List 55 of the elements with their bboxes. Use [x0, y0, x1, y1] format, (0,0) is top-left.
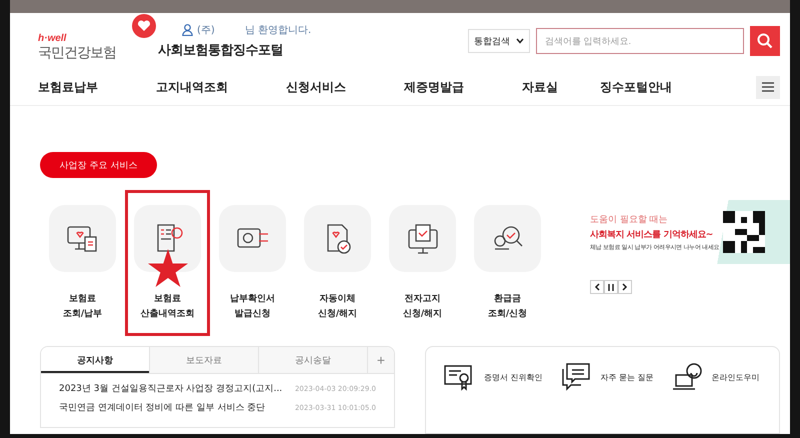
pause-button[interactable] — [604, 280, 618, 294]
service-label: 보험료 조회/납부 — [62, 293, 102, 321]
quick-link-icon — [560, 363, 591, 391]
service-item[interactable]: 자동이체 신청/해지 — [295, 190, 380, 336]
nav-menu-item[interactable]: 신청서비스 — [286, 78, 346, 96]
nav-menu-item[interactable]: 고지내역조회 — [156, 78, 228, 96]
service-item[interactable]: 보험료 조회/납부 — [40, 190, 125, 336]
nav-menu-item[interactable]: 제증명발급 — [404, 78, 464, 96]
notice-tab[interactable]: 공시송달 — [259, 347, 368, 373]
banner-title: 사회복지 서비스를 기억하세요~ — [590, 228, 714, 240]
quick-link[interactable]: 증명서 진위확인 — [484, 372, 543, 382]
brand-tagline: h·well — [38, 33, 68, 44]
notice-tab[interactable]: 보도자료 — [150, 347, 259, 373]
service-label: 자동이체 신청/해지 — [318, 293, 358, 321]
portal-title: 사회보험통합징수포털 — [158, 42, 283, 60]
search-scope-select[interactable]: 통합검색 — [468, 29, 530, 54]
nav-menu-item[interactable]: 보험료납부 — [38, 78, 98, 96]
notice-link[interactable]: 2023년 3월 건설일용직근로자 사업장 경정고지(고지... — [59, 382, 282, 395]
quick-link[interactable]: 자주 묻는 질문 — [600, 372, 654, 382]
nav-menu-item[interactable]: 징수포털안내 — [600, 78, 672, 96]
company-name: (주) — [197, 24, 215, 37]
quick-link-icon — [444, 363, 474, 391]
chevron-icon — [516, 38, 524, 44]
heart-logo-icon — [132, 14, 156, 38]
service-item[interactable]: 환급금 조회/신청 — [465, 190, 550, 336]
search-button[interactable] — [750, 26, 780, 56]
next-button[interactable] — [618, 280, 632, 294]
brand-name: 국민건강보험 — [38, 44, 117, 62]
search-icon — [757, 33, 773, 50]
pause-icon — [608, 284, 614, 290]
service-label: 전자고지 신청/해지 — [402, 293, 442, 321]
chevron-left-icon — [594, 283, 600, 291]
menu-button[interactable] — [756, 76, 780, 99]
search-field[interactable]: 검색어를 입력하세요. — [536, 28, 744, 54]
notice-tab[interactable]: 공지사항 — [41, 347, 150, 373]
service-label: 납부확인서 발급신청 — [230, 293, 275, 321]
highlighted-service-item[interactable]: 보험료 산출내역조회 — [125, 190, 210, 336]
notice-link[interactable]: 국민연금 연계데이터 정비에 따른 일부 서비스 중단 — [59, 401, 266, 414]
chevron-right-icon — [622, 283, 628, 291]
star-icon — [148, 249, 188, 287]
welcome-text: 님 환영합니다. — [244, 24, 312, 37]
quick-link[interactable]: 온라인도우미 — [712, 372, 760, 382]
service-label: 환급금 조회/신청 — [488, 293, 528, 321]
menu-icon — [762, 82, 774, 92]
service-label: 보험료 산출내역조회 — [140, 293, 194, 321]
logo[interactable]: h·well 국민건강보험 — [38, 28, 130, 62]
previous-button[interactable] — [590, 280, 604, 294]
service-item[interactable]: 납부확인서 발급신청 — [210, 190, 295, 336]
qr-code-icon — [723, 211, 766, 253]
section-button[interactable]: 사업장 주요 서비스 — [40, 152, 157, 178]
banner-heading: 도움이 필요할 때는 — [590, 214, 669, 226]
service-item[interactable]: 전자고지 신청/해지 — [380, 190, 465, 336]
user-icon — [182, 24, 193, 36]
quick-link-icon — [672, 363, 702, 391]
nav-menu-item[interactable]: 자료실 — [522, 78, 558, 96]
